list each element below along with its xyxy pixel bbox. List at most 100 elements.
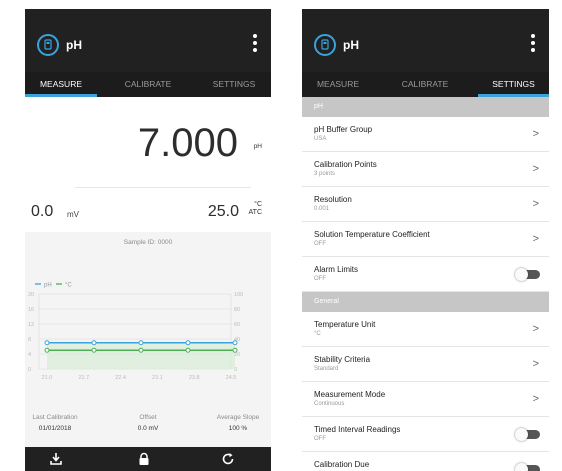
offset-label: Offset [139,414,157,421]
setting-title: Calibration Due [314,460,370,469]
tab-calibrate[interactable]: CALIBRATE [386,72,464,97]
data-point-temp [44,347,50,353]
setting-value: USA [314,136,327,142]
setting-timed-interval-readings[interactable]: Timed Interval Readings OFF [302,417,549,452]
setting-measurement-mode[interactable]: Measurement Mode Continuous > [302,382,549,417]
reading-panel: 7.000 pH 0.0 mV 25.0 °C ATC [25,97,271,232]
more-vert-icon[interactable] [251,34,259,54]
temperature-unit-symbol: °C [254,201,262,208]
setting-ph-buffer-group[interactable]: pH Buffer Group USA > [302,117,549,152]
offset: Offset 0.0 mV [118,414,178,432]
temperature-compensation: ATC [248,209,262,216]
last-calibration-value: 01/01/2018 [38,425,72,432]
app-bar: pH [302,9,549,72]
tab-bar: MEASURE CALIBRATE SETTINGS [25,72,271,97]
x-tick-label: 22.4 [115,375,126,381]
average-slope-label: Average Slope [216,414,260,421]
chevron-right-icon: > [532,393,539,405]
refresh-icon[interactable] [221,452,235,466]
data-point-temp [232,347,238,353]
y-tick-label: 4 [28,352,31,358]
data-point-temp [91,347,97,353]
y-tick-label: 8 [28,337,31,343]
toggle-switch[interactable] [515,463,541,471]
setting-solution-temperature-coefficient[interactable]: Solution Temperature Coefficient OFF > [302,222,549,257]
x-tick-label: 23.1 [152,375,163,381]
download-icon[interactable] [49,452,63,466]
setting-resolution[interactable]: Resolution 0.001 > [302,187,549,222]
calibration-summary: Last Calibration 01/01/2018 Offset 0.0 m… [25,402,271,452]
y2-tick-label: 100 [234,292,243,298]
tab-settings[interactable]: SETTINGS [197,72,271,97]
data-point-ph [138,340,144,346]
data-point-ph [185,340,191,346]
setting-temperature-unit[interactable]: Temperature Unit °C > [302,312,549,347]
chevron-right-icon: > [532,323,539,335]
temperature-unit: °C ATC [249,201,262,217]
last-calibration: Last Calibration 01/01/2018 [25,414,85,432]
offset-value: 0.0 mV [137,425,159,432]
x-tick-label: 24.5 [226,375,237,381]
legend-label: pH [44,283,52,289]
trend-chart: pH °C20 10016 8012 608 404 200 021.0 21.7 22.4 23.… [28,283,243,382]
x-tick-label: 23.8 [189,375,200,381]
setting-calibration-due[interactable]: Calibration Due [302,452,549,471]
toggle-switch[interactable] [515,428,541,441]
setting-title: Measurement Mode [314,390,386,399]
data-point-temp [185,347,191,353]
chevron-right-icon: > [532,198,539,210]
legend-label: °C [65,283,72,289]
area-fill [47,342,235,369]
setting-value: Continuous [314,401,345,407]
setting-stability-criteria[interactable]: Stability Criteria Standard > [302,347,549,382]
setting-value: OFF [314,276,326,282]
setting-calibration-points[interactable]: Calibration Points 3 points > [302,152,549,187]
bottom-toolbar [25,447,271,471]
setting-title: Solution Temperature Coefficient [314,230,430,239]
setting-value: °C [314,331,321,337]
setting-value: 0.001 [314,206,330,212]
divider [75,187,251,188]
setting-title: Temperature Unit [314,320,376,329]
setting-value: 3 points [314,171,336,177]
toggle-switch[interactable] [515,268,541,281]
chevron-right-icon: > [532,163,539,175]
setting-value: OFF [314,436,326,442]
app-title: pH [66,38,82,52]
section-header: General [302,292,549,312]
average-slope: Average Slope 100 % [205,414,271,432]
chevron-right-icon: > [532,358,539,370]
setting-value: Standard [314,366,339,372]
data-point-ph [232,340,238,346]
temperature-reading: 25.0 [207,203,239,220]
chart-panel: Sample ID: 0000 pH °C 20 100 16 80 12 60 8 40 4 20 0… [25,232,271,402]
mv-unit: mV [67,210,79,219]
tab-measure[interactable]: MEASURE [302,72,374,97]
tab-calibrate[interactable]: CALIBRATE [109,72,187,97]
average-slope-value: 100 % [228,425,248,432]
ph-reading: 7.000 [137,121,238,165]
app-title: pH [343,38,359,52]
y2-tick-label: 60 [234,322,240,328]
settings-screen: pH MEASURE CALIBRATE SETTINGS pH pH Buffe… [302,9,549,471]
setting-title: pH Buffer Group [314,125,373,134]
meter-icon [37,34,59,56]
ph-unit: pH [253,143,262,150]
more-vert-icon[interactable] [529,34,537,54]
section-header: pH [302,97,549,117]
y-tick-label: 0 [28,367,31,373]
setting-value: OFF [314,241,326,247]
setting-title: Calibration Points [314,160,377,169]
app-bar: pH [25,9,271,72]
data-point-temp [138,347,144,353]
tab-bar: MEASURE CALIBRATE SETTINGS [302,72,549,97]
setting-alarm-limits[interactable]: Alarm Limits OFF [302,257,549,292]
chevron-right-icon: > [532,233,539,245]
lock-icon[interactable] [137,452,151,466]
data-point-ph [91,340,97,346]
y-tick-label: 20 [28,292,34,298]
setting-title: Timed Interval Readings [314,425,401,434]
y-tick-label: 12 [28,322,34,328]
data-point-ph [44,340,50,346]
chevron-right-icon: > [532,128,539,140]
